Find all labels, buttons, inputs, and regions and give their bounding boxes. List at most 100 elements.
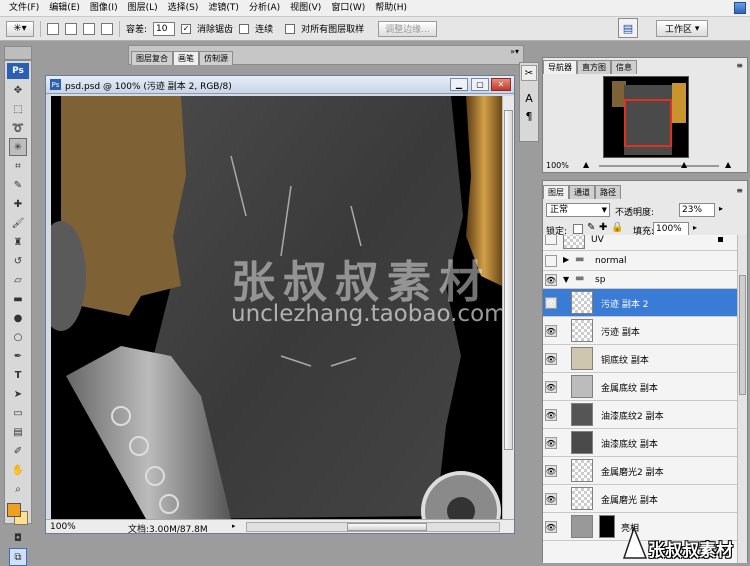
quick-mask-icon[interactable]: ◘ [9, 529, 27, 547]
menu-analysis[interactable]: 分析(A) [244, 0, 285, 17]
zoom-slider-thumb[interactable]: ▲ [681, 160, 687, 169]
tab-histogram[interactable]: 直方图 [577, 60, 611, 74]
eye-icon[interactable]: 👁 [545, 465, 557, 477]
eye-icon[interactable]: 👁 [545, 297, 557, 309]
lasso-tool-icon[interactable]: ➰ [9, 119, 27, 137]
visibility-toggle[interactable] [545, 255, 557, 267]
tolerance-input[interactable]: 10 [153, 21, 176, 36]
clone-stamp-icon[interactable]: ♜ [9, 233, 27, 251]
dodge-tool-icon[interactable]: ○ [9, 328, 27, 346]
canvas[interactable]: 张叔叔素材 unclezhang.taobao.com [51, 96, 502, 519]
move-tool-icon[interactable]: ✥ [9, 81, 27, 99]
layer-row[interactable]: 👁 金属磨光2 副本 [543, 457, 747, 485]
healing-brush-icon[interactable]: ✚ [9, 195, 27, 213]
layer-row[interactable]: 👁 金属底纹 副本 [543, 373, 747, 401]
screen-mode-icon[interactable]: ⧉ [9, 548, 27, 566]
menu-layer[interactable]: 图层(L) [123, 0, 163, 17]
menu-filter[interactable]: 滤镜(T) [203, 0, 244, 17]
brush-tool-icon[interactable]: 🖌 [9, 214, 27, 232]
eye-icon[interactable]: 👁 [545, 521, 557, 533]
lock-position-icon[interactable]: ✚ [599, 222, 607, 233]
eye-icon[interactable]: 👁 [545, 381, 557, 393]
refine-edge-button[interactable]: 调整边缘... [378, 20, 437, 37]
eye-icon[interactable]: 👁 [545, 274, 557, 286]
tab-layers[interactable]: 图层 [543, 185, 569, 199]
character-icon[interactable]: A [521, 91, 537, 107]
tab-channels[interactable]: 通道 [569, 185, 595, 199]
horizontal-scrollbar[interactable] [246, 522, 500, 532]
eye-icon[interactable]: 👁 [545, 437, 557, 449]
navigator-zoom[interactable]: 100% [546, 161, 569, 170]
zoom-out-icon[interactable]: ▲ [583, 160, 589, 169]
blend-mode-select[interactable]: 正常 ▼ [546, 203, 610, 217]
notes-tool-icon[interactable]: ▤ [9, 423, 27, 441]
chevron-right-icon[interactable]: ▶ [563, 255, 569, 264]
slice-tool-icon[interactable]: ✎ [9, 176, 27, 194]
horizontal-scroll-thumb[interactable] [347, 523, 427, 531]
history-brush-icon[interactable]: ↺ [9, 252, 27, 270]
maximize-icon[interactable]: ▢ [471, 78, 489, 91]
menu-window[interactable]: 窗口(W) [326, 0, 370, 17]
type-tool-icon[interactable]: T [9, 366, 27, 384]
contiguous-checkbox[interactable] [239, 23, 250, 34]
add-selection-icon[interactable] [65, 22, 77, 35]
path-selection-icon[interactable]: ➤ [9, 385, 27, 403]
eye-icon[interactable]: 👁 [545, 409, 557, 421]
new-selection-icon[interactable] [47, 22, 59, 35]
chevron-down-icon[interactable]: ▼ [563, 275, 569, 284]
lock-transparency-icon[interactable] [573, 224, 583, 234]
all-layers-checkbox[interactable] [285, 23, 296, 34]
zoom-tool-icon[interactable]: ⌕ [9, 480, 27, 498]
shape-tool-icon[interactable]: ▭ [9, 404, 27, 422]
zoom-in-icon[interactable]: ▲ [725, 160, 731, 169]
eyedropper-icon[interactable]: ✐ [9, 442, 27, 460]
panel-menu-icon[interactable]: ≡ [736, 186, 743, 195]
layer-row-selected[interactable]: 👁 污迹 副本 2 [543, 289, 747, 317]
layer-row[interactable]: 👁 油漆底纹2 副本 [543, 401, 747, 429]
color-swatches[interactable] [6, 502, 30, 528]
palette-well-icon[interactable]: ▤ [618, 18, 638, 38]
zoom-slider-track[interactable] [599, 165, 719, 167]
navigator-view-box[interactable] [624, 99, 672, 147]
vertical-scrollbar[interactable] [502, 96, 514, 519]
layers-scroll-thumb[interactable] [739, 275, 746, 395]
foreground-color-swatch[interactable] [7, 503, 21, 517]
antialias-checkbox[interactable]: ✓ [181, 23, 192, 34]
panel-menu-icon[interactable]: ≡ [736, 61, 743, 70]
tab-clone-source[interactable]: 仿制源 [199, 51, 233, 65]
visibility-toggle[interactable] [545, 235, 557, 245]
menu-file[interactable]: 文件(F) [4, 0, 44, 17]
tab-layer-comps[interactable]: 图层复合 [131, 51, 173, 65]
tab-navigator[interactable]: 导航器 [543, 60, 577, 74]
group-row[interactable]: 👁 ▼ ▬ sp [543, 271, 747, 289]
menu-edit[interactable]: 编辑(E) [44, 0, 85, 17]
eye-icon[interactable]: 👁 [545, 353, 557, 365]
dock-collapse-icon[interactable]: »▾ [510, 47, 519, 56]
hand-tool-icon[interactable]: ✋ [9, 461, 27, 479]
doc-size-info[interactable]: 文档:3.00M/87.8M [128, 522, 208, 535]
tab-info[interactable]: 信息 [611, 60, 637, 74]
toolbox-header[interactable] [4, 46, 32, 60]
zoom-level[interactable]: 100% [50, 522, 76, 532]
lock-pixels-icon[interactable]: ✎ [587, 222, 595, 233]
magic-wand-tool-preset[interactable]: ✳▾ [6, 20, 34, 37]
fill-input[interactable]: 100% [653, 222, 689, 236]
layer-row[interactable]: 👁 油漆底纹 副本 [543, 429, 747, 457]
pen-tool-icon[interactable]: ✒ [9, 347, 27, 365]
menu-select[interactable]: 选择(S) [163, 0, 204, 17]
layer-row[interactable]: 👁 铜底纹 副本 [543, 345, 747, 373]
tool-presets-icon[interactable]: ✂ [521, 65, 537, 81]
magic-wand-tool-icon[interactable]: ✳ [9, 138, 27, 156]
opacity-input[interactable]: 23% [679, 203, 715, 217]
close-icon[interactable]: ✕ [491, 78, 511, 91]
eye-icon[interactable]: 👁 [545, 493, 557, 505]
tab-paths[interactable]: 路径 [595, 185, 621, 199]
fill-slider-icon[interactable]: ▸ [693, 223, 697, 232]
gradient-tool-icon[interactable]: ▬ [9, 290, 27, 308]
layer-row[interactable]: 👁 金属磨光 副本 [543, 485, 747, 513]
layer-row[interactable]: UV [543, 235, 747, 251]
crop-tool-icon[interactable]: ⌗ [9, 157, 27, 175]
bridge-icon[interactable] [734, 2, 746, 14]
group-row[interactable]: ▶ ▬ normal [543, 251, 747, 271]
paragraph-icon[interactable]: ¶ [521, 109, 537, 125]
